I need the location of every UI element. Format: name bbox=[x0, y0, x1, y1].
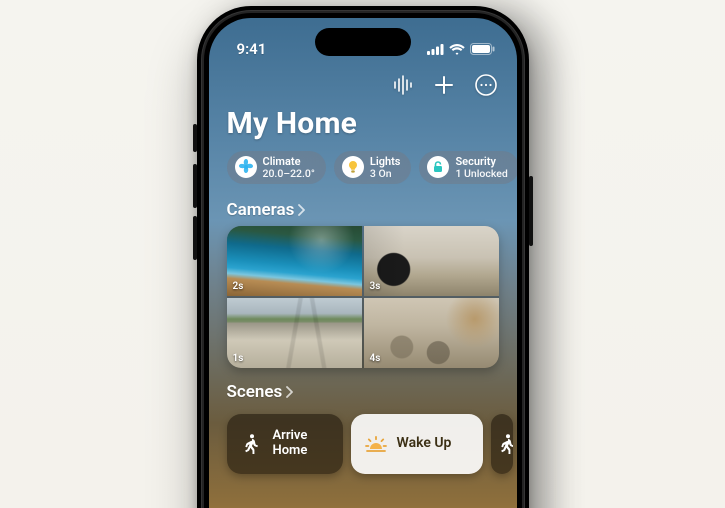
person-walk-icon bbox=[241, 433, 263, 455]
wifi-icon bbox=[449, 44, 465, 55]
chevron-right-icon bbox=[286, 386, 294, 398]
fan-icon bbox=[235, 156, 257, 178]
section-title: Scenes bbox=[227, 382, 283, 402]
iphone-frame: 9:41 bbox=[197, 6, 529, 508]
chip-subtitle: 3 On bbox=[370, 168, 401, 179]
chip-climate[interactable]: Climate 20.0–22.0° bbox=[227, 151, 326, 184]
announce-button[interactable] bbox=[389, 72, 415, 98]
section-title: Cameras bbox=[227, 200, 295, 220]
page-title: My Home bbox=[209, 98, 517, 151]
camera-tile-driveway[interactable]: 1s bbox=[227, 298, 362, 368]
cameras-header[interactable]: Cameras bbox=[209, 196, 517, 226]
chip-title: Climate bbox=[263, 156, 315, 168]
volume-up-button bbox=[193, 164, 197, 208]
camera-grid: 2s 3s 1s 4s bbox=[227, 226, 499, 368]
add-button[interactable] bbox=[431, 72, 457, 98]
camera-tile-living[interactable]: 4s bbox=[364, 298, 499, 368]
chip-security[interactable]: Security 1 Unlocked bbox=[419, 151, 516, 184]
phone-screen: 9:41 bbox=[209, 18, 517, 508]
scenes-row: Arrive Home Wake Up bbox=[209, 408, 517, 474]
lock-icon bbox=[427, 156, 449, 178]
scenes-header[interactable]: Scenes bbox=[209, 368, 517, 408]
ringer-switch bbox=[193, 124, 197, 152]
battery-icon bbox=[470, 43, 495, 55]
chip-subtitle: 20.0–22.0° bbox=[263, 168, 315, 179]
chip-title: Lights bbox=[370, 156, 401, 168]
scene-arrive-home[interactable]: Arrive Home bbox=[227, 414, 343, 474]
status-time: 9:41 bbox=[237, 40, 267, 58]
camera-tile-loft[interactable]: 3s bbox=[364, 226, 499, 296]
scene-label: Arrive Home bbox=[273, 429, 308, 458]
person-walk-icon bbox=[497, 433, 513, 455]
sunrise-icon bbox=[365, 433, 387, 455]
camera-timestamp: 4s bbox=[370, 353, 381, 364]
chip-title: Security bbox=[455, 156, 507, 168]
status-bar: 9:41 bbox=[209, 18, 517, 66]
more-button[interactable] bbox=[473, 72, 499, 98]
camera-timestamp: 1s bbox=[233, 353, 244, 364]
cellular-icon bbox=[427, 44, 444, 55]
category-chips: Climate 20.0–22.0° Lights 3 On bbox=[209, 151, 517, 196]
chevron-right-icon bbox=[298, 204, 306, 216]
scene-label: Wake Up bbox=[397, 436, 452, 451]
chip-lights[interactable]: Lights 3 On bbox=[334, 151, 412, 184]
scene-peek[interactable] bbox=[491, 414, 513, 474]
camera-tile-pool[interactable]: 2s bbox=[227, 226, 362, 296]
chip-subtitle: 1 Unlocked bbox=[455, 168, 507, 179]
bulb-icon bbox=[342, 156, 364, 178]
camera-timestamp: 2s bbox=[233, 281, 244, 292]
scene-wake-up[interactable]: Wake Up bbox=[351, 414, 483, 474]
camera-timestamp: 3s bbox=[370, 281, 381, 292]
volume-down-button bbox=[193, 216, 197, 260]
side-button bbox=[529, 176, 533, 246]
